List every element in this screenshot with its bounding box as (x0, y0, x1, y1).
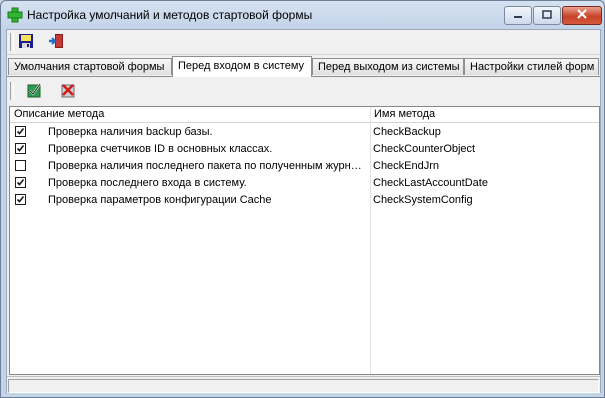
tab-strip: Умолчания стартовой формы Перед входом в… (7, 56, 600, 77)
grid-header: Описание метода Имя метода (10, 107, 599, 123)
exit-button[interactable] (46, 32, 66, 52)
row-checkbox[interactable] (15, 160, 26, 171)
method-name: CheckSystemConfig (373, 194, 473, 206)
toolbar-grip[interactable] (10, 82, 14, 100)
method-name: CheckCounterObject (373, 143, 476, 155)
tab-before-login[interactable]: Перед входом в систему (172, 56, 312, 77)
tab-startup-defaults[interactable]: Умолчания стартовой формы (8, 58, 172, 75)
title-bar[interactable]: Настройка умолчаний и методов стартовой … (1, 1, 604, 29)
table-row[interactable]: Проверка счетчиков ID в основных классах… (10, 141, 599, 158)
column-header-method[interactable]: Имя метода (374, 108, 435, 120)
method-description: Проверка наличия последнего пакета по по… (48, 160, 366, 172)
minimize-icon (513, 10, 523, 22)
table-row[interactable]: Проверка параметров конфигурации Cache C… (10, 192, 599, 209)
method-description: Проверка счетчиков ID в основных классах… (48, 143, 273, 155)
table-row[interactable]: Проверка последнего входа в систему. Che… (10, 175, 599, 192)
method-description: Проверка параметров конфигурации Cache (48, 194, 272, 206)
check-all-button[interactable] (25, 81, 45, 101)
main-window: Настройка умолчаний и методов стартовой … (0, 0, 605, 398)
save-button[interactable] (16, 32, 36, 52)
tab-label: Перед входом в систему (178, 60, 305, 72)
exit-door-icon (48, 33, 64, 52)
method-name: CheckEndJrn (373, 160, 440, 172)
tab-label: Настройки стилей форм (470, 61, 595, 73)
tab-label: Перед выходом из системы (318, 61, 460, 73)
save-icon (18, 33, 34, 52)
minimize-button[interactable] (504, 6, 532, 25)
row-checkbox[interactable] (15, 177, 26, 188)
green-plus-icon (7, 7, 23, 23)
tab-label: Умолчания стартовой формы (14, 61, 165, 73)
window-title: Настройка умолчаний и методов стартовой … (27, 8, 313, 22)
status-panel (8, 379, 599, 393)
method-name: CheckBackup (373, 126, 441, 138)
maximize-button[interactable] (533, 6, 561, 25)
methods-grid: Описание метода Имя метода Проверка нали… (9, 106, 600, 375)
tab-panel: Описание метода Имя метода Проверка нали… (7, 76, 600, 375)
method-description: Проверка последнего входа в систему. (48, 177, 247, 189)
row-checkbox[interactable] (15, 194, 26, 205)
table-row[interactable]: Проверка наличия backup базы. CheckBacku… (10, 124, 599, 141)
row-checkbox[interactable] (15, 143, 26, 154)
method-description: Проверка наличия backup базы. (48, 126, 213, 138)
main-toolbar (7, 30, 600, 55)
maximize-icon (542, 9, 552, 22)
panel-toolbar (7, 79, 600, 103)
uncheck-all-button[interactable] (58, 81, 78, 101)
status-bar (7, 376, 600, 393)
toolbar-grip[interactable] (10, 33, 14, 51)
method-name: CheckLastAccountDate (373, 177, 488, 189)
check-all-icon (27, 82, 43, 101)
uncheck-all-icon (60, 82, 76, 101)
tab-form-styles[interactable]: Настройки стилей форм (464, 58, 599, 75)
tab-before-logout[interactable]: Перед выходом из системы (312, 58, 464, 75)
close-icon (576, 9, 588, 22)
table-row[interactable]: Проверка наличия последнего пакета по по… (10, 158, 599, 175)
close-button[interactable] (562, 6, 602, 25)
row-checkbox[interactable] (15, 126, 26, 137)
column-header-description[interactable]: Описание метода (14, 108, 104, 120)
client-area: Умолчания стартовой формы Перед входом в… (6, 29, 601, 393)
